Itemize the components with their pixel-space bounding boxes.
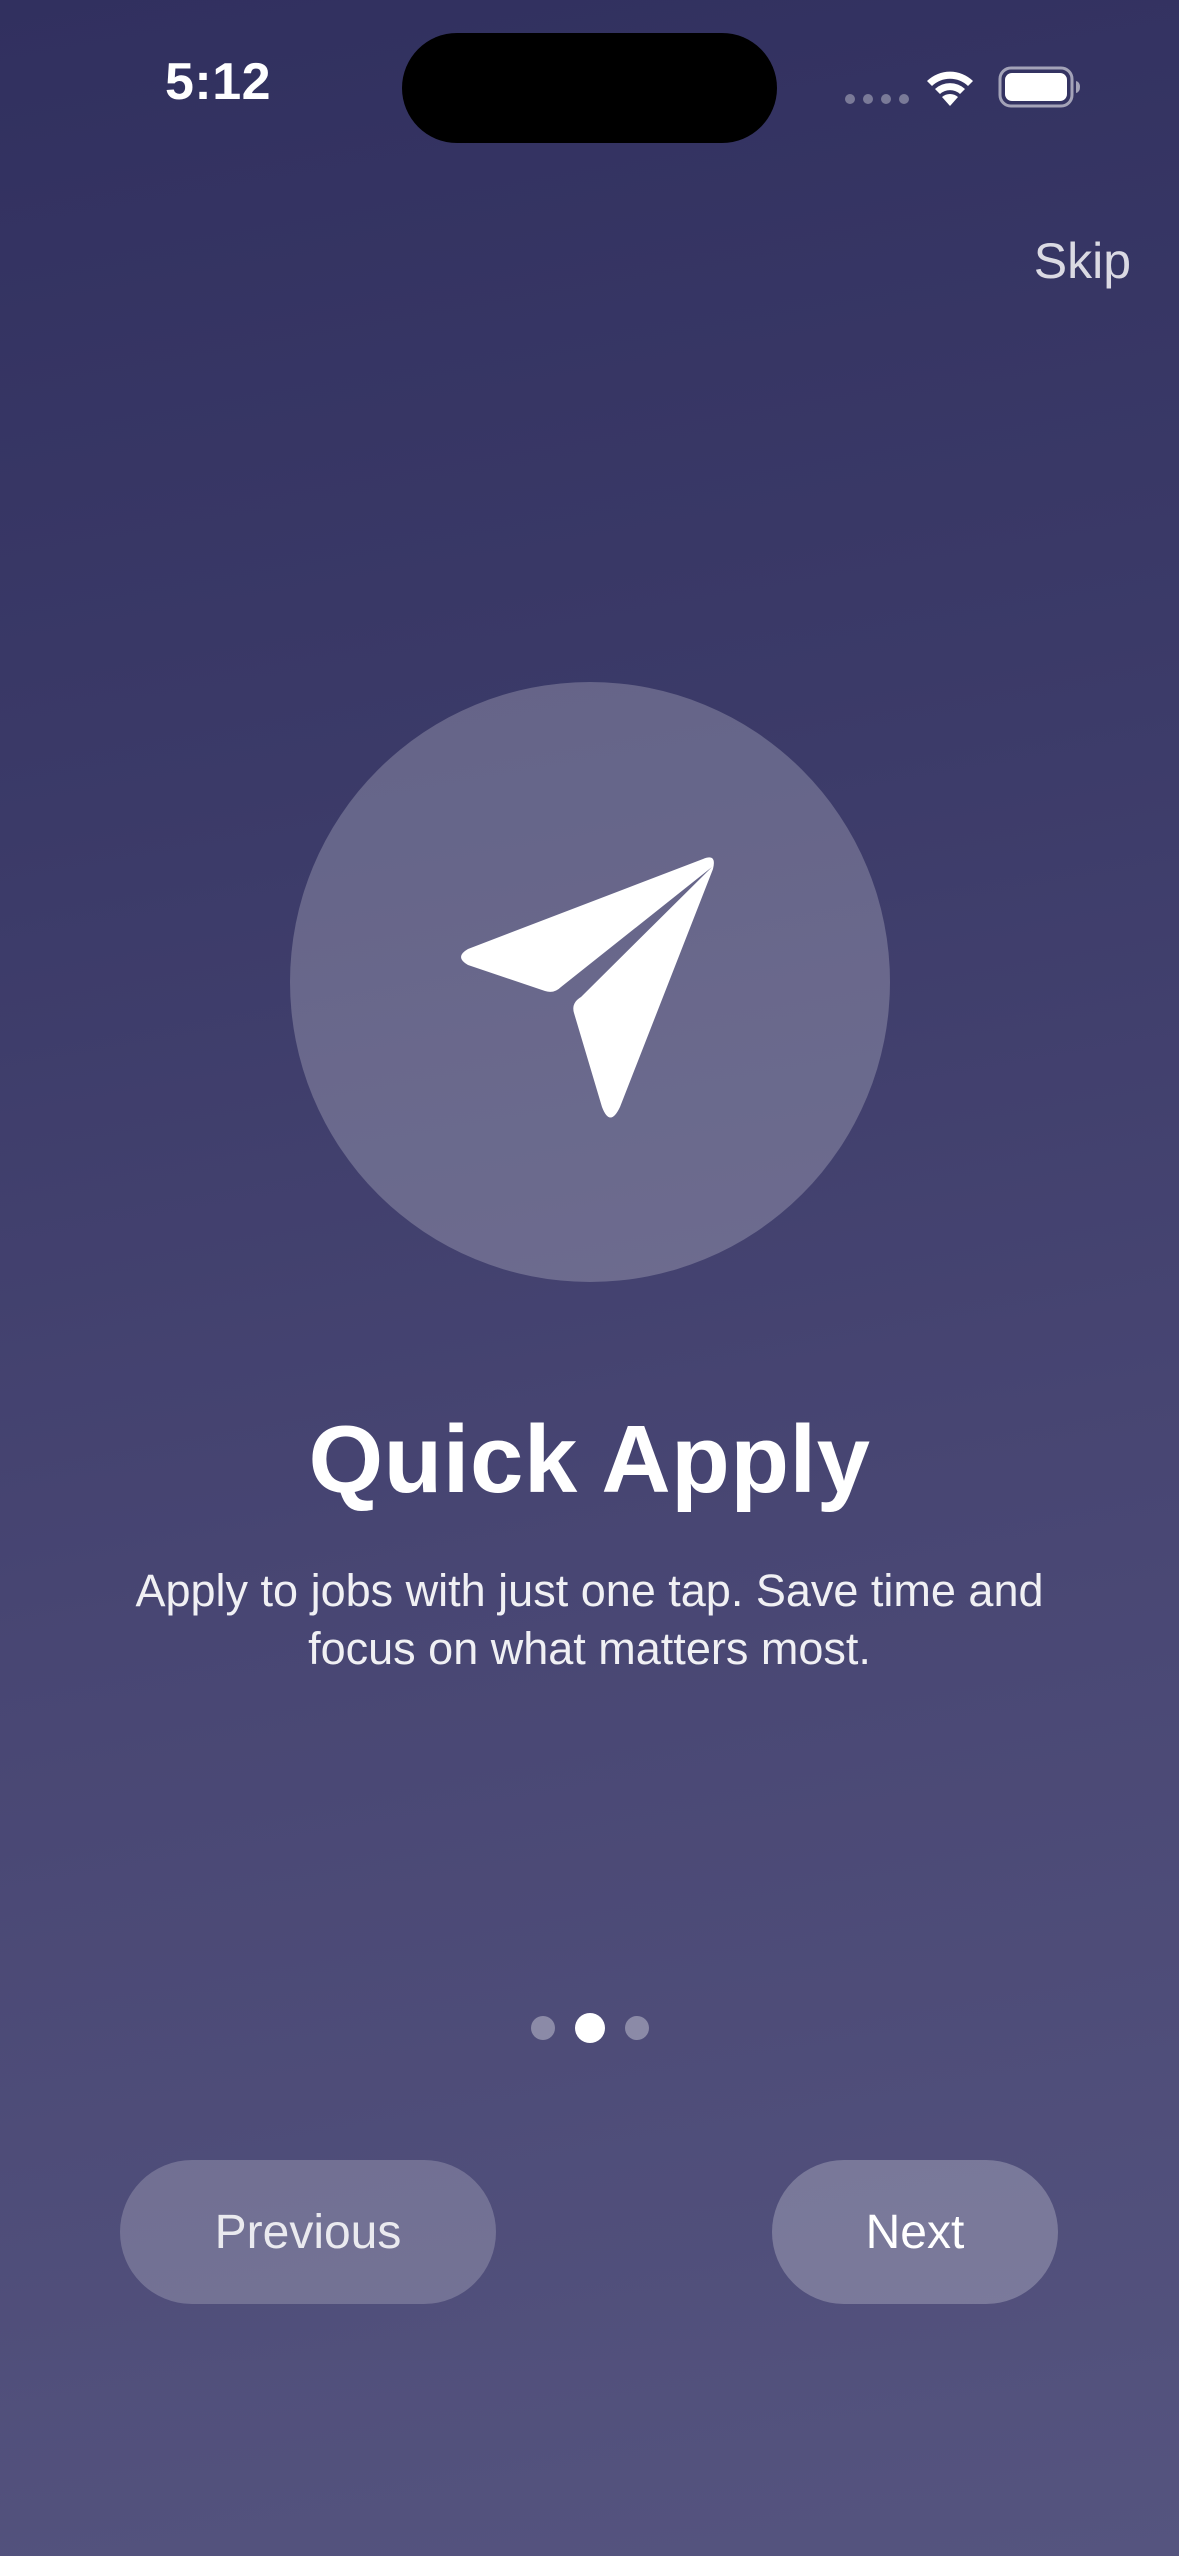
skip-button[interactable]: Skip <box>1034 232 1131 290</box>
paper-plane-icon <box>461 857 714 1118</box>
previous-button[interactable]: Previous <box>120 2160 496 2304</box>
page-dot-2-active[interactable] <box>574 2013 605 2043</box>
status-time: 5:12 <box>165 53 272 111</box>
dynamic-island <box>402 33 777 143</box>
wifi-icon <box>927 71 973 106</box>
page-title: Quick Apply <box>308 1406 871 1513</box>
page-indicator[interactable] <box>0 2013 1179 2043</box>
cellular-signal-icon <box>845 94 909 104</box>
page-description: Apply to jobs with just one tap. Save ti… <box>135 1565 1044 1674</box>
page-dot-1[interactable] <box>530 2016 555 2040</box>
onboarding-screen: 5:12 Skip Quick Apply Apply to jobs with… <box>0 0 1179 2556</box>
battery-icon <box>998 66 1080 108</box>
next-button[interactable]: Next <box>772 2160 1058 2304</box>
page-dot-3[interactable] <box>624 2016 649 2040</box>
status-bar: 5:12 <box>0 0 1179 160</box>
